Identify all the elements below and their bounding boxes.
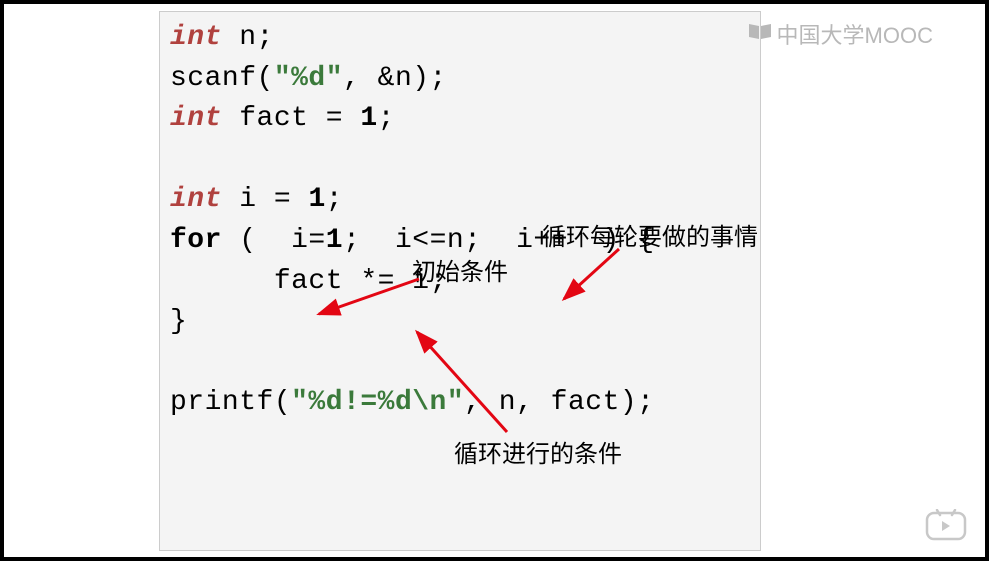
code-line-4: int fact = 1; bbox=[170, 99, 750, 140]
annotation-cond: 循环进行的条件 bbox=[454, 434, 622, 469]
play-icon bbox=[925, 509, 967, 541]
code-line-10 bbox=[170, 343, 750, 384]
watermark-text: 中国大学MOOC bbox=[777, 18, 933, 50]
keyword-int: int bbox=[170, 103, 222, 134]
code-line-11: printf("%d!=%d\n", n, fact); bbox=[170, 383, 750, 424]
annotation-init: 初始条件 bbox=[412, 252, 508, 287]
string-literal: "%d!=%d\n" bbox=[291, 387, 464, 418]
code-line-3: scanf("%d", &n); bbox=[170, 59, 750, 100]
keyword-int: int bbox=[170, 22, 222, 53]
annotation-body: 循环每轮要做的事情 bbox=[542, 217, 758, 252]
code-line-6: int i = 1; bbox=[170, 180, 750, 221]
code-line-9: } bbox=[170, 302, 750, 343]
watermark: 中国大学MOOC bbox=[747, 18, 933, 50]
keyword-for: for bbox=[170, 225, 222, 256]
code-line-1: int n; bbox=[170, 18, 750, 59]
keyword-int: int bbox=[170, 184, 222, 215]
code-line-5 bbox=[170, 140, 750, 181]
book-icon bbox=[747, 21, 773, 47]
string-literal: "%d" bbox=[274, 63, 343, 94]
